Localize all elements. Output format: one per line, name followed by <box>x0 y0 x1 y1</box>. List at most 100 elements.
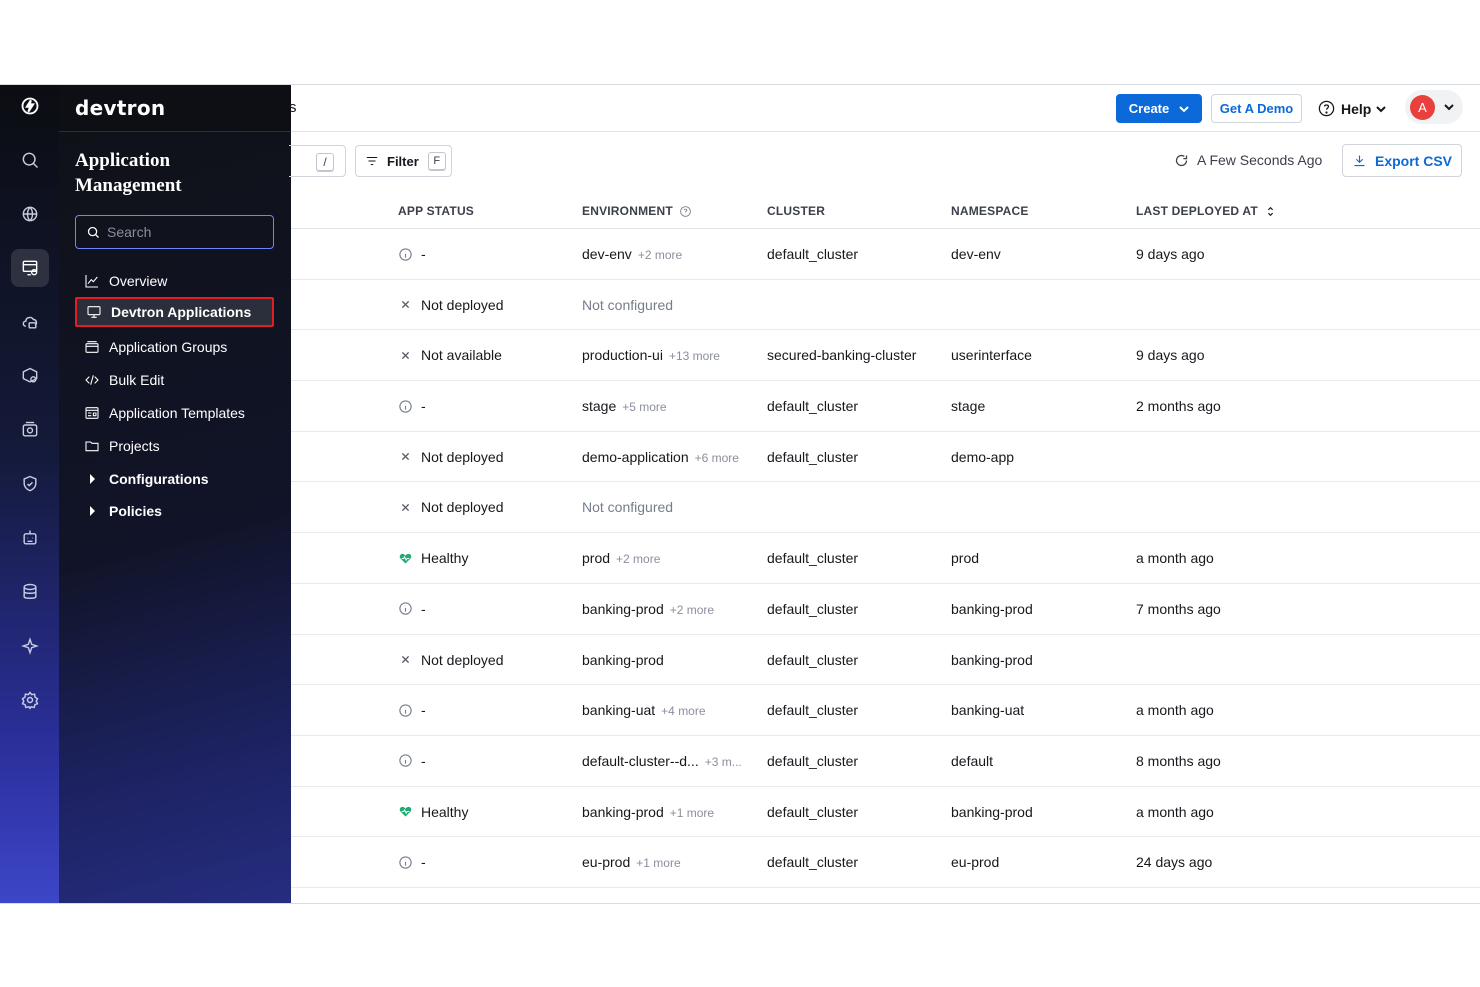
table-row[interactable]: Not deployed Not configured <box>291 482 1480 534</box>
cluster-cell: default_cluster <box>767 550 859 567</box>
nav-item-devtron-applications[interactable]: Devtron Applications <box>75 297 274 327</box>
more-environments[interactable]: +13 more <box>669 349 720 363</box>
table-row[interactable]: - default-cluster--d... +3 m... default_clu… <box>291 736 1480 787</box>
automation-icon[interactable] <box>11 519 49 557</box>
table-row[interactable]: - eu-prod +1 more default_cluster eu-prod 24 … <box>291 837 1480 888</box>
environment-cell: banking-prod <box>582 652 664 668</box>
help-circle-icon[interactable] <box>679 205 692 218</box>
more-environments[interactable]: +1 more <box>636 856 680 870</box>
nav-item-application-groups[interactable]: Application Groups <box>75 332 274 362</box>
environment-cell: default-cluster--d... +3 m... <box>582 753 742 769</box>
namespace-cell: banking-prod <box>951 651 1033 668</box>
app-status-text: Not deployed <box>421 499 504 516</box>
search-icon <box>87 226 99 238</box>
column-header-namespace: NAMESPACE <box>951 204 1029 218</box>
namespace-cell: dev-env <box>951 246 1001 262</box>
security-icon[interactable] <box>11 465 49 503</box>
app-status-cell: - <box>398 702 426 718</box>
namespace-cell: prod <box>951 550 980 567</box>
get-a-demo-button[interactable]: Get A Demo <box>1211 94 1302 123</box>
table-row[interactable]: Healthy banking-prod +1 more default_cluste… <box>291 787 1480 838</box>
environment-name: default-cluster--d... <box>582 752 699 769</box>
cluster-cell: default_cluster <box>767 600 859 617</box>
healthy-heart-icon <box>398 551 413 566</box>
cluster-cell: default_cluster <box>767 398 859 415</box>
environment-name: banking-uat <box>582 702 656 719</box>
more-environments[interactable]: +4 more <box>661 704 705 718</box>
devtron-logo-icon[interactable] <box>11 87 49 125</box>
app-status-cell: Not deployed <box>398 449 504 465</box>
app-status-cell: - <box>398 398 426 414</box>
app-status-cell: - <box>398 854 426 870</box>
environment-cell: demo-application +6 more <box>582 449 739 465</box>
software-release-icon[interactable] <box>11 357 49 395</box>
environment-name: banking-prod <box>582 651 664 668</box>
ai-recommendations-icon[interactable] <box>11 627 49 665</box>
export-csv-button[interactable]: Export CSV <box>1342 144 1462 177</box>
table-row[interactable]: Not deployed Not configured <box>291 280 1480 331</box>
search-icon[interactable] <box>11 141 49 179</box>
filter-button[interactable]: Filter F <box>355 145 452 177</box>
more-environments[interactable]: +3 m... <box>705 755 742 769</box>
table-row[interactable]: Not deployed demo-application +6 more defau… <box>291 432 1480 483</box>
filter-label: Filter <box>387 153 419 169</box>
help-button[interactable]: Help <box>1317 94 1387 123</box>
table-row[interactable]: - banking-uat +4 more default_cluster bankin… <box>291 685 1480 736</box>
last-deployed-cell: a month ago <box>1136 702 1214 719</box>
table-row[interactable]: - banking-prod +2 more default_cluster banki… <box>291 584 1480 635</box>
namespace-cell: userinterface <box>951 347 1032 364</box>
close-icon <box>398 297 413 312</box>
nav-item-label: Projects <box>109 438 160 454</box>
table-row[interactable]: - dev-env +2 more default_cluster dev-env 9 d… <box>291 229 1480 280</box>
info-icon <box>398 601 413 616</box>
more-environments[interactable]: +2 more <box>670 603 714 617</box>
column-header-last-deployed-at[interactable]: LAST DEPLOYED AT <box>1136 204 1277 218</box>
app-status-text: Healthy <box>421 803 469 820</box>
close-icon <box>398 652 413 667</box>
app-status-text: Not available <box>421 347 502 364</box>
navigation-panel: devtron Application Management Overview … <box>59 85 291 903</box>
nav-item-bulk-edit[interactable]: Bulk Edit <box>75 365 274 395</box>
table-row[interactable]: Healthy prod +2 more default_cluster prod a m… <box>291 533 1480 584</box>
brand-logo[interactable]: devtron <box>75 96 165 120</box>
nav-item-overview[interactable]: Overview <box>75 266 274 296</box>
data-protection-icon[interactable] <box>11 573 49 611</box>
nav-item-projects[interactable]: Projects <box>75 431 274 461</box>
globe-icon[interactable] <box>11 195 49 233</box>
more-environments[interactable]: +2 more <box>638 248 682 262</box>
main-content: s Create Get A Demo Help A / Filter F A … <box>289 85 1480 903</box>
app-management-icon[interactable] <box>11 249 49 287</box>
nav-search-box[interactable] <box>75 215 274 249</box>
global-config-icon[interactable] <box>11 681 49 719</box>
nav-group-label: Policies <box>109 503 162 519</box>
app-search-input[interactable]: / <box>289 145 346 177</box>
column-header-environment: ENVIRONMENT <box>582 204 692 218</box>
download-icon <box>1354 155 1365 167</box>
cost-visibility-icon[interactable] <box>11 411 49 449</box>
caret-right-icon <box>90 474 95 484</box>
app-groups-icon <box>85 341 99 353</box>
table-row[interactable]: - stage +5 more default_cluster stage 2 month… <box>291 381 1480 432</box>
environment-cell: Not configured <box>582 297 673 313</box>
sync-status[interactable]: A Few Seconds Ago <box>1174 152 1322 168</box>
table-row[interactable]: Not deployed banking-prod default_cluster b… <box>291 635 1480 686</box>
icon-rail <box>0 85 59 903</box>
environment-name: banking-prod <box>582 600 664 617</box>
more-environments[interactable]: +2 more <box>616 552 660 566</box>
more-environments[interactable]: +5 more <box>622 400 666 414</box>
export-label: Export CSV <box>1374 152 1452 169</box>
chevron-down-icon <box>1376 105 1387 112</box>
table-row[interactable]: Not available production-ui +13 more secure… <box>291 330 1480 382</box>
infra-icon[interactable] <box>11 303 49 341</box>
create-button[interactable]: Create <box>1116 94 1202 123</box>
nav-search-input[interactable] <box>107 224 267 240</box>
chevron-down-icon <box>1179 105 1189 112</box>
nav-group-policies[interactable]: Policies <box>75 496 274 526</box>
more-environments[interactable]: +1 more <box>670 806 714 820</box>
nav-group-label: Configurations <box>109 471 209 487</box>
user-menu-button[interactable]: A <box>1405 90 1463 124</box>
nav-group-configurations[interactable]: Configurations <box>75 464 274 494</box>
app-status-cell: - <box>398 601 426 617</box>
more-environments[interactable]: +6 more <box>695 451 739 465</box>
nav-item-application-templates[interactable]: Application Templates <box>75 398 274 428</box>
